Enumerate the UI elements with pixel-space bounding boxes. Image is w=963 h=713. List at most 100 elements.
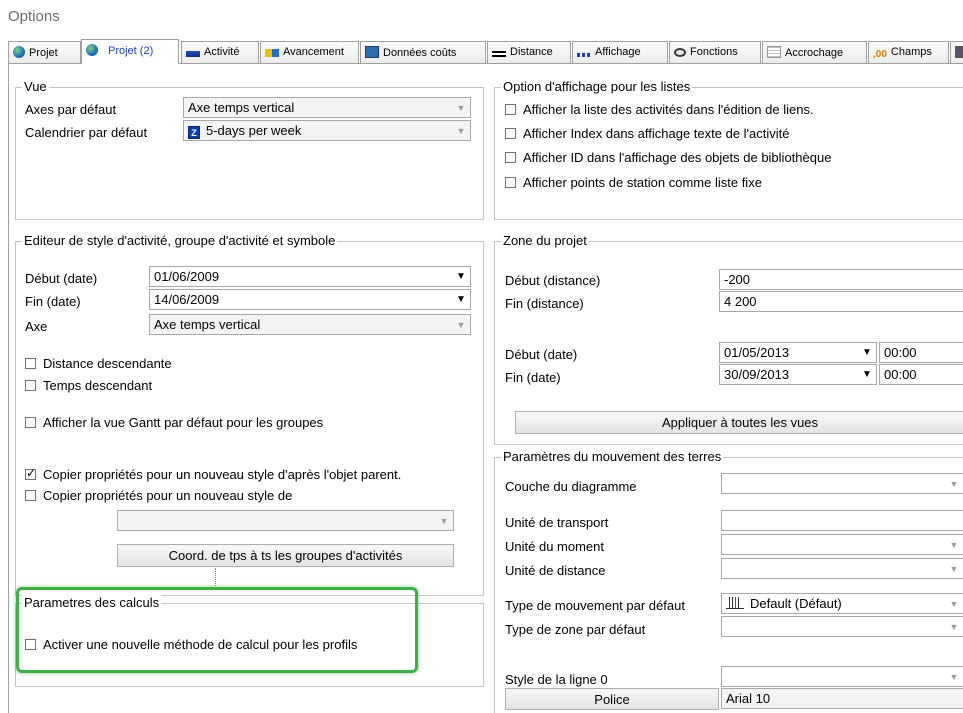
- chevron-down-icon: ▼: [949, 671, 959, 682]
- chevron-down-icon: ▼: [456, 271, 466, 282]
- zone-end-time-input[interactable]: 00:00: [879, 364, 963, 385]
- copy-from-select[interactable]: ▼: [117, 510, 454, 531]
- chevron-down-icon: ▼: [456, 294, 466, 305]
- tab-overflow-icon: [955, 46, 963, 58]
- option-time-descending[interactable]: Temps descendant: [25, 378, 152, 393]
- group-style-editor: Editeur de style d'activité, groupe d'ac…: [15, 233, 484, 596]
- transport-unit-label: Unité de transport: [505, 515, 609, 530]
- tab-affichage[interactable]: Affichage: [572, 41, 668, 63]
- checkbox[interactable]: [25, 490, 36, 501]
- option-list-activities[interactable]: Afficher la liste des activités dans l'é…: [505, 102, 814, 117]
- zone-start-date-label: Début (date): [505, 347, 578, 362]
- axis-select[interactable]: Axe temps vertical ▼: [149, 314, 471, 335]
- transport-unit-input[interactable]: [721, 510, 963, 531]
- checkbox-checked[interactable]: [25, 466, 36, 480]
- checkbox[interactable]: [505, 177, 516, 188]
- moment-unit-select[interactable]: ▼: [721, 534, 963, 555]
- group-legend: Paramètres du mouvement des terres: [501, 449, 724, 464]
- distance-unit-select[interactable]: ▼: [721, 558, 963, 579]
- apply-all-views-button[interactable]: Appliquer à toutes les vues: [515, 411, 963, 434]
- functions-icon: [674, 48, 686, 57]
- snap-grid-icon: [767, 46, 781, 58]
- start-distance-input[interactable]: -200: [719, 269, 963, 290]
- chevron-down-icon: ▼: [949, 539, 959, 550]
- tab-activite[interactable]: Activité: [181, 41, 259, 63]
- tab-distance[interactable]: Distance: [487, 41, 571, 63]
- tab-donnees-couts[interactable]: Données coûts: [360, 41, 486, 63]
- option-copy-parent[interactable]: Copier propriétés pour un nouveau style …: [25, 466, 401, 482]
- axis-label: Axe: [25, 319, 48, 334]
- option-copy-from[interactable]: Copier propriétés pour un nouveau style …: [25, 488, 292, 503]
- tab-fonctions[interactable]: Fonctions: [669, 41, 761, 63]
- bar-chart-icon: [726, 597, 744, 609]
- chevron-down-icon: ▼: [949, 563, 959, 574]
- chevron-down-icon: ▼: [862, 369, 872, 380]
- calendar-label: Calendrier par défaut: [25, 125, 148, 140]
- zone-start-date-picker[interactable]: 01/05/2013 ▼: [719, 342, 877, 363]
- zone-type-select[interactable]: ▼: [721, 616, 963, 637]
- checkbox[interactable]: [505, 128, 516, 139]
- line-style-select[interactable]: ▼: [721, 666, 963, 687]
- chevron-down-icon: ▼: [456, 125, 466, 136]
- checkbox[interactable]: [505, 104, 516, 115]
- chevron-down-icon: ▼: [456, 319, 466, 330]
- progress-icon: [265, 49, 279, 57]
- font-value: Arial 10: [721, 688, 963, 709]
- checkbox[interactable]: [25, 358, 36, 369]
- coord-groups-button[interactable]: Coord. de tps à ts les groupes d'activit…: [117, 544, 454, 567]
- move-type-select[interactable]: Default (Défaut) ▼: [721, 593, 963, 614]
- activity-icon: [186, 51, 200, 57]
- group-earthworks: Paramètres du mouvement des terres Couch…: [494, 449, 963, 713]
- checkbox[interactable]: [25, 380, 36, 391]
- globe-icon: [13, 46, 25, 58]
- option-distance-descending[interactable]: Distance descendante: [25, 356, 172, 371]
- group-legend: Vue: [22, 79, 49, 94]
- chevron-down-icon: ▼: [949, 478, 959, 489]
- tab-accrochage[interactable]: Accrochage: [762, 41, 867, 63]
- tab-projet[interactable]: Projet: [8, 41, 81, 63]
- group-legend: Editeur de style d'activité, groupe d'ac…: [22, 233, 338, 248]
- option-station-points[interactable]: Afficher points de station comme liste f…: [505, 175, 762, 190]
- move-type-label: Type de mouvement par défaut: [505, 598, 685, 613]
- calendar-icon: Z: [188, 126, 200, 139]
- option-show-index[interactable]: Afficher Index dans affichage texte de l…: [505, 126, 790, 141]
- distance-unit-label: Unité de distance: [505, 563, 606, 578]
- moment-unit-label: Unité du moment: [505, 539, 604, 554]
- start-date-picker[interactable]: 01/06/2009 ▼: [149, 266, 471, 287]
- tab-overflow[interactable]: [950, 41, 963, 63]
- chevron-down-icon: ▼: [862, 347, 872, 358]
- end-date-picker[interactable]: 14/06/2009 ▼: [149, 289, 471, 310]
- option-gantt-default[interactable]: Afficher la vue Gantt par défaut pour le…: [25, 415, 323, 430]
- group-legend: Option d'affichage pour les listes: [501, 79, 693, 94]
- tab-avancement[interactable]: Avancement: [260, 41, 359, 63]
- chevron-down-icon: ▼: [949, 621, 959, 632]
- group-legend: Zone du projet: [501, 233, 589, 248]
- end-distance-label: Fin (distance): [505, 296, 584, 311]
- option-show-id[interactable]: Afficher ID dans l'affichage des objets …: [505, 150, 831, 165]
- axes-label: Axes par défaut: [25, 102, 117, 117]
- tab-projet-2[interactable]: Projet (2): [81, 39, 179, 64]
- chevron-down-icon: ▼: [456, 102, 466, 113]
- zone-end-date-picker[interactable]: 30/09/2013 ▼: [719, 364, 877, 385]
- axes-select[interactable]: Axe temps vertical ▼: [183, 97, 471, 118]
- end-distance-input[interactable]: 4 200: [719, 291, 963, 312]
- checkbox[interactable]: [25, 417, 36, 428]
- start-date-label: Début (date): [25, 271, 98, 286]
- zone-start-time-input[interactable]: 00:00: [879, 342, 963, 363]
- zone-type-label: Type de zone par défaut: [505, 622, 646, 637]
- calendar-select[interactable]: Z 5-days per week ▼: [183, 120, 471, 141]
- display-icon: [577, 53, 591, 57]
- tab-champs[interactable]: ,00 Champs: [868, 41, 949, 63]
- end-date-label: Fin (date): [25, 294, 81, 309]
- globe-icon: [86, 44, 98, 56]
- layer-select[interactable]: ▼: [721, 473, 963, 494]
- font-button[interactable]: Police: [505, 688, 719, 710]
- group-list-display: Option d'affichage pour les listes Affic…: [494, 79, 963, 220]
- checkbox[interactable]: [505, 152, 516, 163]
- chevron-down-icon: ▼: [949, 598, 959, 609]
- cost-data-icon: [365, 46, 379, 58]
- window-title: Options: [8, 8, 60, 25]
- divider: [215, 568, 216, 588]
- group-project-zone: Zone du projet Début (distance) -200 Fin…: [494, 233, 963, 445]
- zone-end-date-label: Fin (date): [505, 370, 561, 385]
